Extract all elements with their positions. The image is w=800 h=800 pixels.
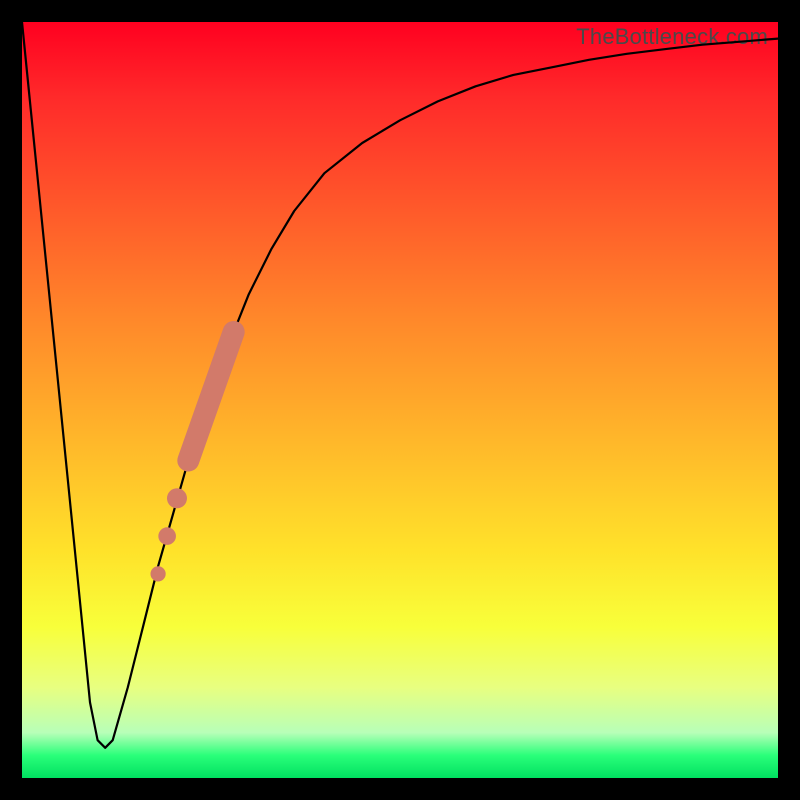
marker-dot [167,488,187,508]
marker-dot [150,566,165,581]
marker-dots [150,488,187,581]
marker-dot [158,527,176,545]
plot-area: TheBottleneck.com [22,22,778,778]
chart-svg [22,22,778,778]
bottleneck-curve [22,22,778,748]
chart-frame: TheBottleneck.com [0,0,800,800]
marker-band [188,332,233,461]
